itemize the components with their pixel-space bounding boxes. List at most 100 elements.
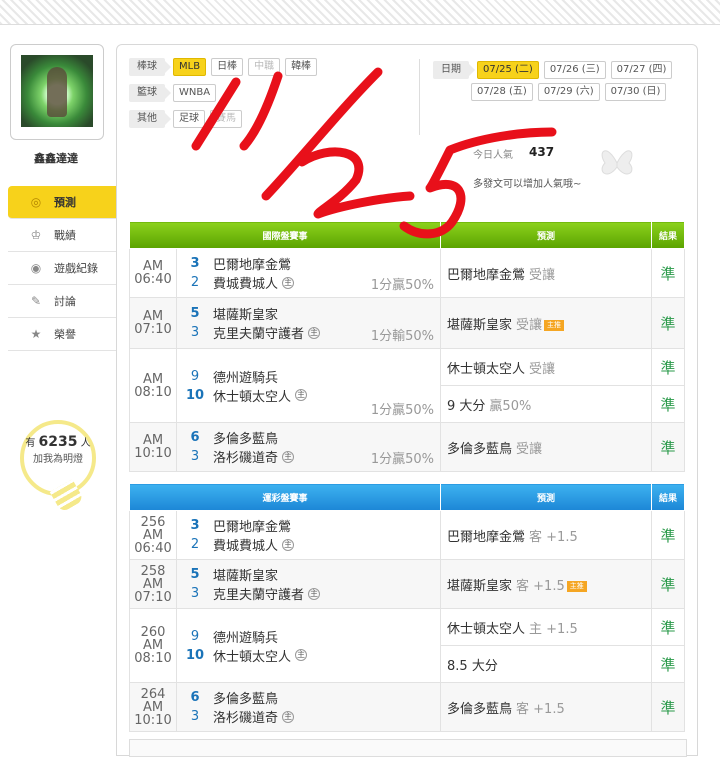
bottom-bar [129, 739, 687, 757]
pick-cell[interactable]: 多倫多藍鳥客 +1.5 [440, 682, 653, 732]
matchup-cell[interactable]: 3 巴爾地摩金鶯 2 費城費城人主 [175, 510, 442, 560]
table-row: AM 08:10 9 德州遊騎兵 10 休士頓太空人主 1分贏50% 休士頓太空人 受讓準 [129, 348, 686, 423]
game-time-cell: 258 AM 07:10 [129, 559, 177, 609]
pick-spread: 受讓 [516, 441, 543, 457]
team-line: 6 多倫多藍鳥 [177, 428, 440, 447]
date-chip[interactable]: 07/28 (五) [471, 83, 533, 101]
filter-chip-baseball-3[interactable]: 韓棒 [285, 58, 318, 76]
team-score: 2 [190, 275, 200, 290]
filter-chip-other-0[interactable]: 足球 [173, 110, 205, 128]
team-score: 6 [190, 430, 200, 445]
col-header-sports: 運彩盤賽事 [128, 483, 442, 511]
game-time-cell: AM 07:10 [129, 297, 177, 349]
pick-cell[interactable]: 巴爾地摩金鶯客 +1.5 [440, 510, 653, 560]
col-header-pick: 預測 [440, 221, 653, 249]
pick-cell[interactable]: 休士頓太空人主 +1.5 [440, 608, 653, 646]
pick-team: 休士頓太空人 [447, 361, 526, 377]
odds-text: 1分贏50% [370, 278, 435, 293]
team-line: 2 費城費城人主 [177, 535, 440, 554]
game-number: 264 [140, 686, 166, 702]
matchup-cell[interactable]: 9 德州遊騎兵 10 休士頓太空人主 [175, 608, 442, 683]
result-cell: 準 [651, 608, 686, 646]
username[interactable]: 鑫鑫達達 [0, 150, 112, 166]
date-chip[interactable]: 07/25 (二) [477, 61, 539, 79]
filter-chip-other-1[interactable]: 賽馬 [210, 110, 242, 128]
team-score: 2 [190, 537, 200, 552]
matchup-cell[interactable]: 6 多倫多藍鳥 3 洛杉磯道奇主 1分贏50% [175, 422, 442, 472]
pick-team: 巴爾地摩金鶯 [447, 529, 526, 545]
team-line: 9 德州遊騎兵 [177, 367, 440, 386]
result-cell: 準 [651, 248, 686, 298]
sidebar-item-4[interactable]: ★ 榮譽 [8, 318, 122, 351]
popularity-label: 今日人氣 [473, 150, 513, 161]
team-name: 巴爾地摩金鶯 [213, 258, 292, 273]
matchup-cell[interactable]: 3 巴爾地摩金鶯 2 費城費城人主 1分贏50% [175, 248, 442, 298]
team-line: 5 堪薩斯皇家 [177, 304, 440, 323]
game-time-cell: AM 08:10 [129, 348, 177, 423]
game-time: AM 08:10 [134, 371, 172, 400]
date-chip[interactable]: 07/29 (六) [537, 83, 600, 101]
sport-filters: 棒球 MLB 日棒 中職 韓棒 籃球 WNBA 其他 足球 賽馬 [129, 57, 322, 135]
team-score: 9 [190, 368, 200, 384]
sidebar-item-1[interactable]: ♔ 戰績 [8, 219, 122, 252]
sidebar-item-3[interactable]: ✎ 討論 [8, 285, 122, 318]
team-score: 5 [190, 306, 200, 321]
pick-team: 8.5 大分 [447, 658, 498, 674]
date-chip[interactable]: 07/26 (三) [543, 61, 606, 79]
pick-cell[interactable]: 8.5 大分 [440, 645, 653, 683]
pick-cell[interactable]: 9 大分 贏50% [440, 385, 653, 423]
sidebar-item-0[interactable]: ◎ 預測 [8, 186, 132, 219]
pick-cell[interactable]: 休士頓太空人 受讓 [440, 348, 653, 386]
intl-odds-table: 國際盤賽事 預測 結果 AM 06:40 3 巴爾地摩金鶯 2 費城費城人主 1分贏50%… [128, 221, 686, 472]
avatar[interactable] [21, 55, 93, 127]
result-cell: 準 [651, 348, 686, 386]
pick-team: 巴爾地摩金鶯 [447, 267, 526, 283]
home-marker: 主 [282, 538, 295, 551]
matchup-cell[interactable]: 9 德州遊騎兵 10 休士頓太空人主 1分贏50% [175, 348, 442, 423]
result-cell: 準 [651, 682, 686, 732]
result-cell: 準 [651, 559, 686, 609]
light-bulb-widget[interactable]: 有 6235 人 加我為明燈 [20, 420, 96, 496]
game-time: AM 10:10 [134, 699, 172, 728]
game-time: AM 06:40 [134, 527, 172, 556]
filter-chip-baseball-1[interactable]: 日棒 [211, 58, 244, 76]
game-number: 258 [140, 563, 166, 579]
sports-lottery-table: 運彩盤賽事 預測 結果 256 AM 06:40 3 巴爾地摩金鶯 2 費城費城人主 巴爾地… [128, 483, 686, 732]
team-line: 10 休士頓太空人主 [177, 646, 440, 665]
sidebar-item-2[interactable]: ◉ 遊戲紀錄 [8, 252, 122, 285]
game-time-cell: AM 10:10 [129, 422, 177, 472]
popularity-tip: 多發文可以增加人氣哦~ [473, 179, 582, 190]
pick-spread: 受讓 [529, 267, 556, 283]
filter-divider [419, 59, 420, 135]
team-line: 9 德州遊騎兵 [177, 627, 440, 646]
team-name: 德州遊騎兵 [213, 630, 279, 646]
date-chip[interactable]: 07/30 (日) [604, 83, 667, 101]
sidebar-item-label: 榮譽 [54, 328, 76, 341]
basketball-label: 籃球 [129, 84, 171, 102]
filter-chip-baseball-2[interactable]: 中職 [248, 58, 281, 76]
pick-cell[interactable]: 堪薩斯皇家 受讓 主推 [440, 297, 653, 349]
main-panel: 棒球 MLB 日棒 中職 韓棒 籃球 WNBA 其他 足球 賽馬 日期 07/25 (二) 07/… [116, 44, 698, 757]
matchup-cell[interactable]: 6 多倫多藍鳥 3 洛杉磯道奇主 [175, 682, 442, 732]
home-marker: 主 [282, 710, 295, 723]
pick-cell[interactable]: 巴爾地摩金鶯 受讓 [440, 248, 653, 298]
pick-cell[interactable]: 堪薩斯皇家客 +1.5 主推 [440, 559, 653, 609]
butterfly-icon [601, 150, 633, 175]
team-score: 6 [190, 690, 200, 705]
matchup-cell[interactable]: 5 堪薩斯皇家 3 克里夫蘭守護者主 1分輸50% [175, 297, 442, 349]
result-cell: 準 [651, 422, 686, 472]
date-chip[interactable]: 07/27 (四) [610, 61, 673, 79]
filter-chip-baseball-0[interactable]: MLB [173, 58, 207, 76]
pick-cell[interactable]: 多倫多藍鳥 受讓 [440, 422, 653, 472]
home-marker: 主 [308, 587, 321, 600]
sidebar-item-label: 戰績 [54, 229, 76, 242]
filter-chip-basketball-0[interactable]: WNBA [173, 84, 217, 102]
team-name: 多倫多藍鳥 [213, 432, 279, 447]
matchup-cell[interactable]: 5 堪薩斯皇家 3 克里夫蘭守護者主 [175, 559, 442, 609]
bulb-count: 6235 [38, 434, 78, 450]
bulb-unit: 人 [80, 438, 91, 449]
date-label: 日期 [433, 61, 475, 79]
result-cell: 準 [651, 510, 686, 560]
odds-text: 1分輸50% [370, 329, 435, 344]
pick-team: 多倫多藍鳥 [447, 701, 513, 717]
